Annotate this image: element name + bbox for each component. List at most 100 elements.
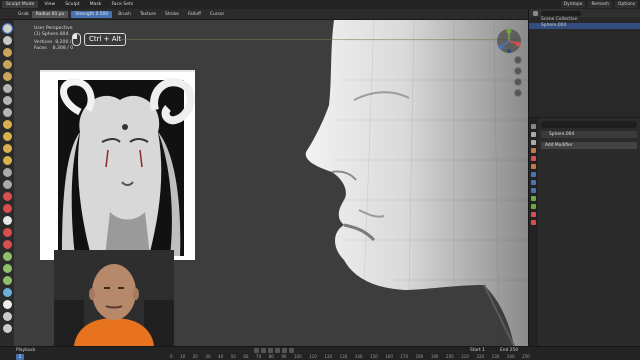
flatten-brush-icon[interactable]	[3, 144, 12, 153]
outliner-header	[529, 9, 640, 17]
render-tab-icon[interactable]	[531, 132, 536, 137]
frame-ruler[interactable]: 0 10 20 30 40 50 60 70 80 90 100 110 120 130 140 150 160…	[170, 354, 530, 360]
play-reverse-icon[interactable]	[268, 348, 273, 353]
dyntopo-button[interactable]: Dyntopo	[560, 1, 586, 8]
falloff-dropdown[interactable]: Falloff	[185, 12, 204, 17]
object-label: (1) Sphere.004	[34, 32, 69, 37]
ruler-tick: 90	[281, 354, 287, 359]
mask-brush-icon[interactable]	[3, 300, 12, 309]
blob-brush-icon[interactable]	[3, 108, 12, 117]
pinch-brush-icon[interactable]	[3, 192, 12, 201]
ruler-tick: 180	[415, 354, 424, 359]
clay-strips-brush-icon[interactable]	[3, 60, 12, 69]
fill-brush-icon[interactable]	[3, 156, 12, 165]
slide-relax-brush-icon[interactable]	[3, 288, 12, 297]
output-tab-icon[interactable]	[531, 140, 536, 145]
properties-search-input[interactable]	[541, 121, 637, 128]
rotate-brush-icon[interactable]	[3, 276, 12, 285]
ruler-tick: 0	[170, 354, 173, 359]
world-tab-icon[interactable]	[531, 156, 536, 161]
layer-brush-icon[interactable]	[3, 84, 12, 93]
navigation-gizmo[interactable]	[496, 28, 522, 54]
ruler-tick: 50	[230, 354, 236, 359]
transform-icon[interactable]	[3, 324, 12, 333]
faces-value: 8,308 / 0	[52, 46, 74, 51]
modifier-tab-icon[interactable]	[531, 172, 536, 177]
radius-field[interactable]: Radius 81 px	[31, 10, 69, 18]
pose-brush-icon[interactable]	[3, 252, 12, 261]
outliner-editor-icon[interactable]	[533, 10, 538, 16]
texture-tab-icon[interactable]	[531, 220, 536, 225]
thumb-brush-icon[interactable]	[3, 240, 12, 249]
menu-mask[interactable]: Mask	[86, 1, 106, 8]
webcam-overlay	[54, 250, 174, 346]
draw-sharp-brush-icon[interactable]	[3, 36, 12, 45]
outliner-row-sphere[interactable]: Sphere.004	[529, 23, 640, 29]
3d-viewport[interactable]: User Perspective (1) Sphere.004 Vertices…	[14, 20, 528, 346]
data-tab-icon[interactable]	[531, 204, 536, 209]
ruler-tick: 30	[205, 354, 211, 359]
prev-keyframe-icon[interactable]	[261, 348, 266, 353]
particles-tab-icon[interactable]	[531, 180, 536, 185]
start-frame-field[interactable]: Start 1	[470, 348, 485, 353]
strength-field[interactable]: Strength 0.500	[71, 10, 113, 18]
jump-start-icon[interactable]	[254, 348, 259, 353]
jump-end-icon[interactable]	[289, 348, 294, 353]
properties-object-name[interactable]: Sphere.004	[541, 131, 637, 138]
scrape-brush-icon[interactable]	[3, 168, 12, 177]
menu-view[interactable]: View	[40, 1, 59, 8]
ruler-tick: 40	[218, 354, 224, 359]
radius-value: 81 px	[51, 11, 65, 17]
ruler-tick: 10	[180, 354, 186, 359]
next-keyframe-icon[interactable]	[282, 348, 287, 353]
box-mask-icon[interactable]	[3, 312, 12, 321]
snake-hook-brush-icon[interactable]	[3, 228, 12, 237]
vertices-label: Vertices	[34, 40, 53, 45]
draw-brush-icon[interactable]	[2, 23, 13, 34]
constraints-tab-icon[interactable]	[531, 196, 536, 201]
cursor-dropdown[interactable]: Cursor	[207, 12, 227, 17]
grab-brush-icon[interactable]	[3, 204, 12, 213]
remesh-button[interactable]: Remesh	[588, 1, 613, 8]
active-tool-name: Grab	[18, 11, 29, 17]
menu-face-sets[interactable]: Face Sets	[107, 1, 137, 8]
ruler-tick: 190	[430, 354, 439, 359]
object-tab-icon[interactable]	[531, 164, 536, 169]
playback-menu[interactable]: Playback	[16, 348, 36, 353]
timeline-bar: Playback 1 Start 1 End 250 0 10 20 30 40 50 60…	[0, 346, 640, 360]
pan-hand-icon[interactable]	[514, 67, 522, 75]
ruler-tick: 110	[309, 354, 317, 359]
play-icon[interactable]	[275, 348, 280, 353]
grid-icon[interactable]	[514, 89, 522, 97]
tool-tab-icon[interactable]	[531, 124, 536, 129]
nudge-brush-icon[interactable]	[3, 264, 12, 273]
outliner-search-input[interactable]	[541, 10, 581, 16]
elastic-deform-brush-icon[interactable]	[3, 216, 12, 225]
inflate-brush-icon[interactable]	[3, 96, 12, 105]
texture-dropdown[interactable]: Texture	[137, 12, 159, 17]
camera-icon[interactable]	[514, 78, 522, 86]
smooth-brush-icon[interactable]	[3, 132, 12, 141]
zoom-icon[interactable]	[514, 56, 522, 64]
outliner-panel: Scene Collection Sphere.004	[528, 9, 640, 117]
menu-sculpt[interactable]: Sculpt	[61, 1, 83, 8]
physics-tab-icon[interactable]	[531, 188, 536, 193]
multiplane-scrape-brush-icon[interactable]	[3, 180, 12, 189]
stroke-dropdown[interactable]: Stroke	[162, 12, 182, 17]
ruler-tick: 120	[324, 354, 333, 359]
crease-brush-icon[interactable]	[3, 120, 12, 129]
clay-thumb-brush-icon[interactable]	[3, 72, 12, 81]
scene-tab-icon[interactable]	[531, 148, 536, 153]
ruler-tick: 150	[370, 354, 378, 359]
ruler-tick: 70	[256, 354, 262, 359]
ruler-tick: 220	[476, 354, 485, 359]
brush-dropdown[interactable]: Brush	[115, 12, 134, 17]
options-button[interactable]: Options	[615, 1, 638, 8]
clay-brush-icon[interactable]	[3, 48, 12, 57]
reference-image[interactable]	[40, 70, 195, 260]
mode-select[interactable]: Sculpt Mode	[2, 1, 39, 8]
current-frame-indicator[interactable]: 1	[16, 354, 24, 360]
material-tab-icon[interactable]	[531, 212, 536, 217]
end-frame-field[interactable]: End 250	[500, 348, 518, 353]
add-modifier-button[interactable]: Add Modifier	[541, 142, 637, 149]
